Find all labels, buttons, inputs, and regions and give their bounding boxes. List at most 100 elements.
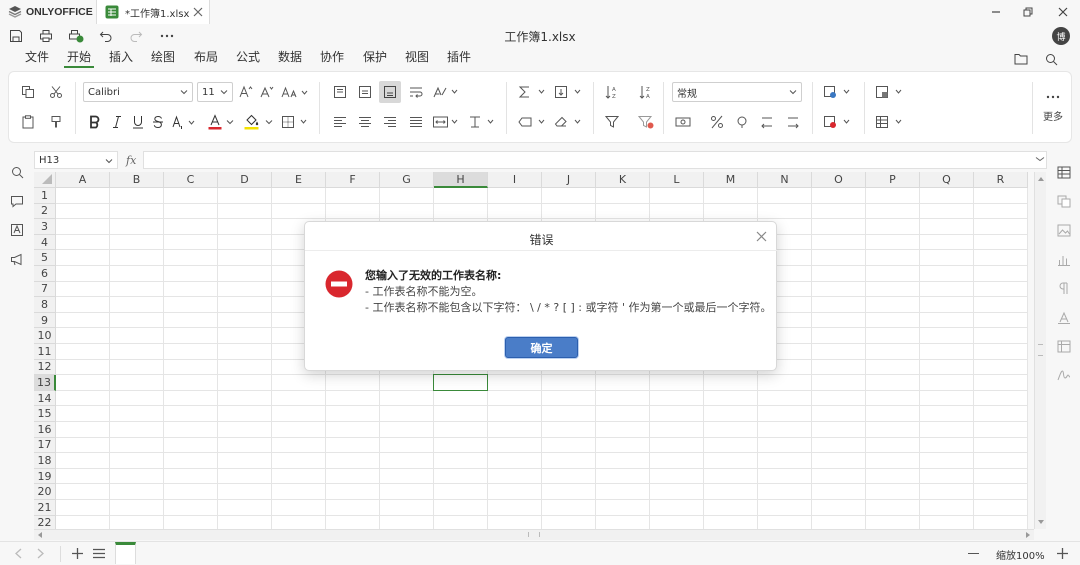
font-size-select[interactable]: 11	[197, 82, 233, 102]
expand-formula-button[interactable]	[1035, 155, 1045, 163]
menu-file[interactable]: 文件	[25, 48, 49, 65]
restore-button[interactable]	[1020, 4, 1036, 20]
row-header[interactable]: 14	[34, 390, 56, 407]
menu-protection[interactable]: 保护	[363, 48, 387, 65]
menu-home[interactable]: 开始	[67, 48, 91, 65]
column-header[interactable]: R	[974, 172, 1028, 188]
next-sheet-button[interactable]	[37, 548, 45, 559]
row-header[interactable]: 5	[34, 250, 56, 266]
accounting-format-button[interactable]	[674, 113, 692, 131]
clear-button[interactable]	[553, 113, 585, 131]
menu-collaboration[interactable]: 协作	[320, 48, 344, 65]
column-header[interactable]: Q	[920, 172, 974, 188]
column-header[interactable]: P	[866, 172, 920, 188]
image-settings-button[interactable]	[1056, 222, 1072, 238]
autosum-button[interactable]	[517, 83, 549, 101]
selected-cell[interactable]	[433, 374, 488, 391]
row-header[interactable]: 17	[34, 437, 56, 454]
increase-font-button[interactable]	[238, 83, 254, 101]
paste-button[interactable]	[19, 113, 37, 131]
column-header[interactable]: G	[380, 172, 434, 188]
column-header[interactable]: M	[704, 172, 758, 188]
column-header[interactable]: J	[542, 172, 596, 188]
align-middle-button[interactable]	[356, 83, 374, 101]
text-direction-button[interactable]	[467, 113, 497, 131]
pivot-settings-button[interactable]	[1056, 338, 1072, 354]
more-button[interactable]	[1042, 88, 1064, 106]
comma-style-button[interactable]	[733, 113, 751, 131]
ok-button[interactable]: 确定	[505, 337, 578, 358]
number-format-select[interactable]: 常规	[672, 82, 802, 102]
format-as-table-button[interactable]	[874, 83, 906, 101]
percent-format-button[interactable]	[708, 113, 726, 131]
menu-data[interactable]: 数据	[278, 48, 302, 65]
column-header[interactable]: H	[434, 172, 488, 188]
sheet-tab[interactable]	[115, 542, 136, 564]
shape-settings-button[interactable]	[1056, 193, 1072, 209]
row-header[interactable]: 7	[34, 281, 56, 298]
row-header[interactable]: 11	[34, 344, 56, 360]
font-color-dropdown[interactable]	[225, 113, 235, 131]
column-header[interactable]: F	[326, 172, 380, 188]
fill-button[interactable]	[553, 83, 585, 101]
column-header[interactable]: O	[812, 172, 866, 188]
row-header[interactable]: 6	[34, 266, 56, 282]
conditional-formatting-button[interactable]	[822, 83, 854, 101]
feedback-button[interactable]	[9, 251, 25, 267]
insert-table-button[interactable]	[874, 113, 906, 131]
wrap-text-button[interactable]	[407, 83, 425, 101]
column-header[interactable]: N	[758, 172, 812, 188]
copy-button[interactable]	[19, 83, 37, 101]
menu-formula[interactable]: 公式	[236, 48, 260, 65]
row-header[interactable]: 20	[34, 484, 56, 500]
name-box[interactable]: H13	[34, 151, 118, 169]
decrease-font-button[interactable]	[259, 83, 275, 101]
format-painter-button[interactable]	[47, 113, 65, 131]
insert-function-button[interactable]: fx	[126, 151, 140, 169]
merge-cells-button[interactable]	[431, 113, 461, 131]
row-header[interactable]: 21	[34, 500, 56, 516]
column-header[interactable]: B	[110, 172, 164, 188]
align-top-button[interactable]	[331, 83, 349, 101]
column-header[interactable]: A	[56, 172, 110, 188]
justify-button[interactable]	[407, 113, 425, 131]
row-header[interactable]: 16	[34, 422, 56, 438]
find-button[interactable]	[9, 164, 25, 180]
row-header[interactable]: 3	[34, 219, 56, 235]
clear-filter-button[interactable]	[637, 113, 655, 131]
bold-button[interactable]	[87, 113, 103, 131]
delete-cells-button[interactable]	[822, 113, 854, 131]
menu-draw[interactable]: 绘图	[151, 48, 175, 65]
align-center-button[interactable]	[356, 113, 374, 131]
sheet-list-button[interactable]	[93, 548, 105, 559]
fill-color-dropdown[interactable]	[264, 113, 274, 131]
row-header[interactable]: 13	[34, 375, 56, 391]
scroll-thumb[interactable]	[528, 532, 540, 537]
menu-plugins[interactable]: 插件	[447, 48, 471, 65]
close-tab-icon[interactable]	[193, 7, 203, 17]
minimize-button[interactable]	[988, 4, 1004, 20]
align-left-button[interactable]	[331, 113, 349, 131]
spellcheck-button[interactable]	[9, 222, 25, 238]
signature-settings-button[interactable]	[1056, 367, 1072, 383]
increase-decimal-button[interactable]	[784, 113, 802, 131]
vertical-scrollbar[interactable]	[1034, 172, 1046, 529]
horizontal-scrollbar[interactable]	[34, 529, 1034, 540]
cell-settings-button[interactable]	[1056, 164, 1072, 180]
column-header[interactable]: C	[164, 172, 218, 188]
document-tab[interactable]: *工作簿1.xlsx	[96, 0, 210, 24]
row-header[interactable]: 4	[34, 234, 56, 251]
row-header[interactable]: 22	[34, 515, 56, 529]
menu-insert[interactable]: 插入	[109, 48, 133, 65]
underline-button[interactable]	[130, 113, 146, 131]
menu-view[interactable]: 视图	[405, 48, 429, 65]
fill-color-button[interactable]	[243, 113, 261, 131]
filter-button[interactable]	[603, 113, 621, 131]
chart-settings-button[interactable]	[1056, 251, 1072, 267]
select-all-corner[interactable]	[34, 172, 56, 188]
decrease-decimal-button[interactable]	[758, 113, 776, 131]
column-header[interactable]: D	[218, 172, 272, 188]
zoom-out-icon[interactable]	[968, 553, 979, 555]
align-right-button[interactable]	[381, 113, 399, 131]
row-header[interactable]: 10	[34, 328, 56, 344]
